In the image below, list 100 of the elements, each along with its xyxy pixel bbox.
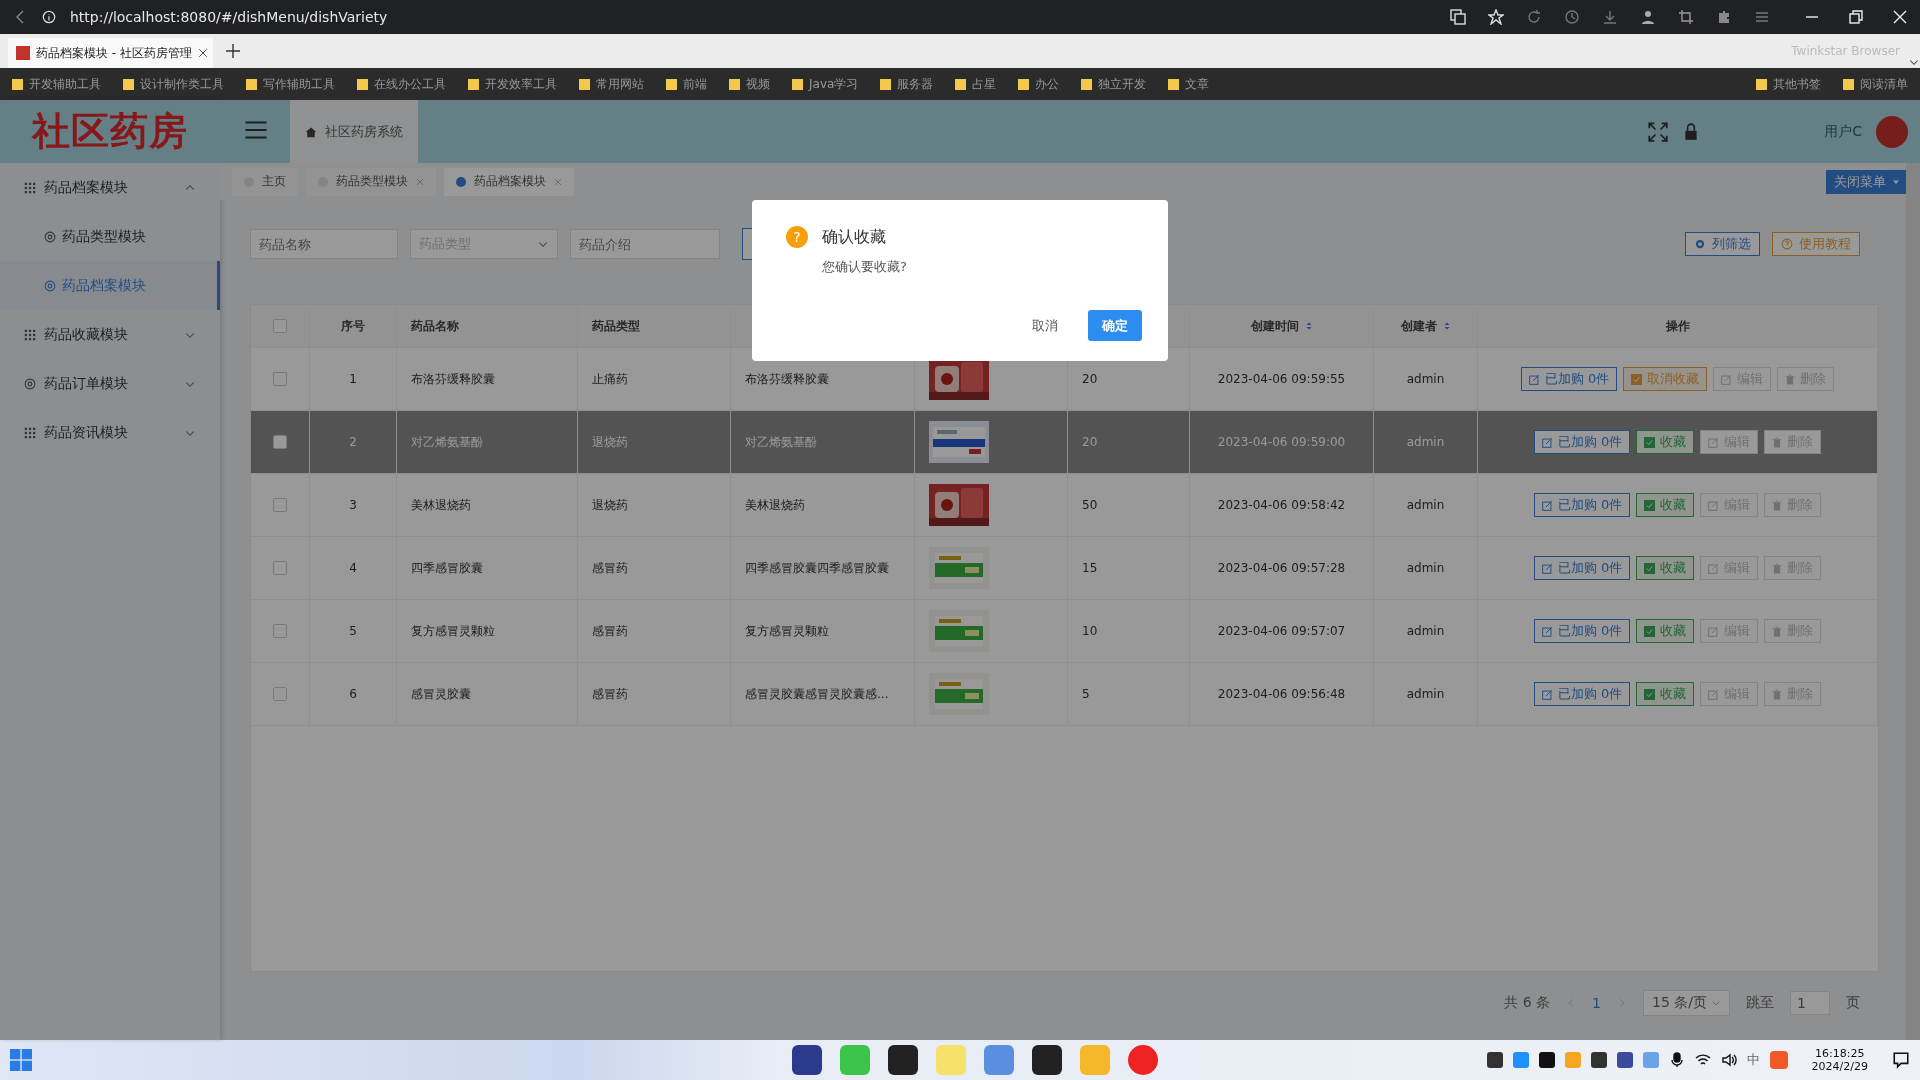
history-icon[interactable] (1564, 9, 1580, 25)
column-header[interactable]: 创建时间 (1250, 317, 1299, 335)
purchase-button[interactable]: 已加购 0件 (1533, 430, 1631, 454)
table-cell: 止痛药 (592, 370, 628, 388)
favorite-button[interactable]: 收藏 (1636, 682, 1695, 706)
microphone-icon[interactable] (1668, 1052, 1685, 1068)
bookmark[interactable]: 设计制作类工具 (123, 75, 224, 93)
tray-icon[interactable] (1486, 1052, 1503, 1068)
page-size-select[interactable]: 15 条/页 (1643, 990, 1730, 1016)
bookmark[interactable]: 写作辅助工具 (246, 75, 335, 93)
checkbox[interactable] (273, 498, 287, 512)
table-cell: 3 (349, 498, 357, 512)
tray-icon[interactable] (1616, 1052, 1633, 1068)
sidebar-item[interactable]: 药品档案模块 (0, 163, 220, 212)
bookmark[interactable]: 视频 (729, 75, 770, 93)
purchase-button[interactable]: 已加购 0件 (1533, 619, 1631, 643)
confirm-button[interactable]: 确定 (1088, 310, 1142, 341)
bookmark[interactable]: 前端 (666, 75, 707, 93)
profile-icon[interactable] (1640, 9, 1656, 25)
page-tab[interactable]: 药品类型模块 (306, 167, 436, 196)
sort-icon (1304, 320, 1313, 332)
table-cell: 美林退烧药 (411, 496, 471, 514)
page-number[interactable]: 1 (1592, 995, 1601, 1011)
name-field[interactable]: 药品名称 (250, 229, 398, 259)
star-icon[interactable] (1488, 9, 1504, 25)
sidebar-subitem[interactable]: 药品档案模块 (0, 261, 220, 310)
browser-tab[interactable]: 药品档案模块 - 社区药房管理 (8, 38, 213, 68)
bookmark[interactable]: 占星 (955, 75, 997, 93)
bookmark[interactable]: 独立开发 (1081, 75, 1147, 93)
info-icon[interactable] (42, 10, 56, 24)
purchase-button[interactable]: 已加购 0件 (1533, 493, 1631, 517)
taskbar-app-icon[interactable] (888, 1045, 918, 1075)
edit-icon (1708, 499, 1720, 511)
checkbox[interactable] (273, 624, 287, 638)
favicon-icon (16, 46, 30, 60)
bookmark[interactable]: 常用网站 (579, 75, 644, 93)
sidebar-item[interactable]: 药品收藏模块 (0, 310, 220, 359)
bookmark[interactable]: 办公 (1018, 75, 1060, 93)
bookmark[interactable]: 其他书签 (1756, 75, 1821, 93)
favorite-button[interactable]: 收藏 (1636, 493, 1695, 517)
taskbar-app-icon[interactable] (792, 1045, 822, 1075)
bookmark[interactable]: 文章 (1168, 75, 1210, 93)
favorite-button[interactable]: 收藏 (1636, 619, 1695, 643)
checkbox[interactable] (273, 372, 287, 386)
bookmark[interactable]: 服务器 (880, 75, 934, 93)
tray-icon[interactable] (1538, 1052, 1555, 1068)
table-cell: 退烧药 (592, 433, 628, 451)
clock[interactable]: 16:18:25 2024/2/29 (1811, 1047, 1868, 1073)
volume-icon[interactable] (1720, 1052, 1737, 1068)
fullscreen-icon[interactable] (1648, 121, 1669, 142)
goto-field[interactable]: 1 (1790, 991, 1830, 1015)
column-header[interactable]: 创建者 (1400, 317, 1437, 335)
scrollbar[interactable] (1906, 163, 1920, 1040)
sidebar-item[interactable]: 药品资讯模块 (0, 408, 220, 457)
menu-icon[interactable] (1754, 9, 1770, 25)
bookmark[interactable]: 在线办公工具 (357, 75, 446, 93)
tray-icon[interactable] (1590, 1052, 1607, 1068)
close-menu-button[interactable]: 关闭菜单 (1826, 169, 1908, 194)
crop-icon[interactable] (1678, 9, 1694, 25)
checkbox[interactable] (273, 319, 287, 333)
cancel-button[interactable]: 取消 (1020, 310, 1070, 341)
checkbox[interactable] (273, 561, 287, 575)
purchase-button[interactable]: 已加购 0件 (1520, 367, 1618, 391)
notification-icon[interactable] (1892, 1051, 1910, 1069)
download-icon[interactable] (1602, 9, 1618, 25)
page-tab[interactable]: 主页 (232, 167, 298, 196)
avatar[interactable] (1876, 115, 1908, 148)
reload-icon[interactable] (1526, 9, 1542, 25)
table-cell: admin (1406, 435, 1445, 449)
sidebar-subitem[interactable]: 药品类型模块 (0, 212, 220, 261)
trash-icon (1772, 625, 1783, 637)
column-filter-button[interactable]: 列筛选 (1685, 232, 1760, 256)
favorite-button[interactable]: 收藏 (1636, 556, 1695, 580)
bookmark[interactable]: Java学习 (792, 75, 859, 93)
intro-field[interactable]: 药品介绍 (570, 229, 720, 259)
table-cell: 5 (1082, 687, 1090, 701)
column-header: 序号 (341, 317, 365, 335)
hamburger-icon[interactable] (244, 118, 268, 142)
trash-icon (1785, 373, 1796, 385)
bookmark[interactable]: 阅读清单 (1843, 75, 1908, 93)
restore-icon[interactable] (1848, 9, 1864, 25)
checkbox[interactable] (273, 435, 287, 449)
question-icon: ? (786, 226, 808, 248)
purchase-button[interactable]: 已加购 0件 (1533, 682, 1631, 706)
plus-icon[interactable] (225, 43, 241, 59)
windows-icon[interactable] (10, 1049, 32, 1071)
puzzle-icon[interactable] (1716, 9, 1732, 25)
favorite-button[interactable]: 收藏 (1636, 430, 1695, 454)
breadcrumb[interactable]: 社区药房系统 (290, 100, 418, 163)
page-tab[interactable]: 药品档案模块 (444, 167, 574, 196)
user-menu[interactable]: 用户C (1824, 122, 1862, 141)
bookmark[interactable]: 开发效率工具 (468, 75, 557, 93)
check-square-icon (1644, 625, 1656, 637)
sidebar-item[interactable]: 药品订单模块 (0, 359, 220, 408)
purchase-button[interactable]: 已加购 0件 (1533, 556, 1631, 580)
taskbar-app-icon[interactable] (1032, 1045, 1062, 1075)
bookmark[interactable]: 开发辅助工具 (12, 75, 101, 93)
input-method[interactable]: 中 (1746, 1051, 1760, 1069)
checkbox[interactable] (273, 687, 287, 701)
close-icon[interactable] (197, 48, 208, 58)
